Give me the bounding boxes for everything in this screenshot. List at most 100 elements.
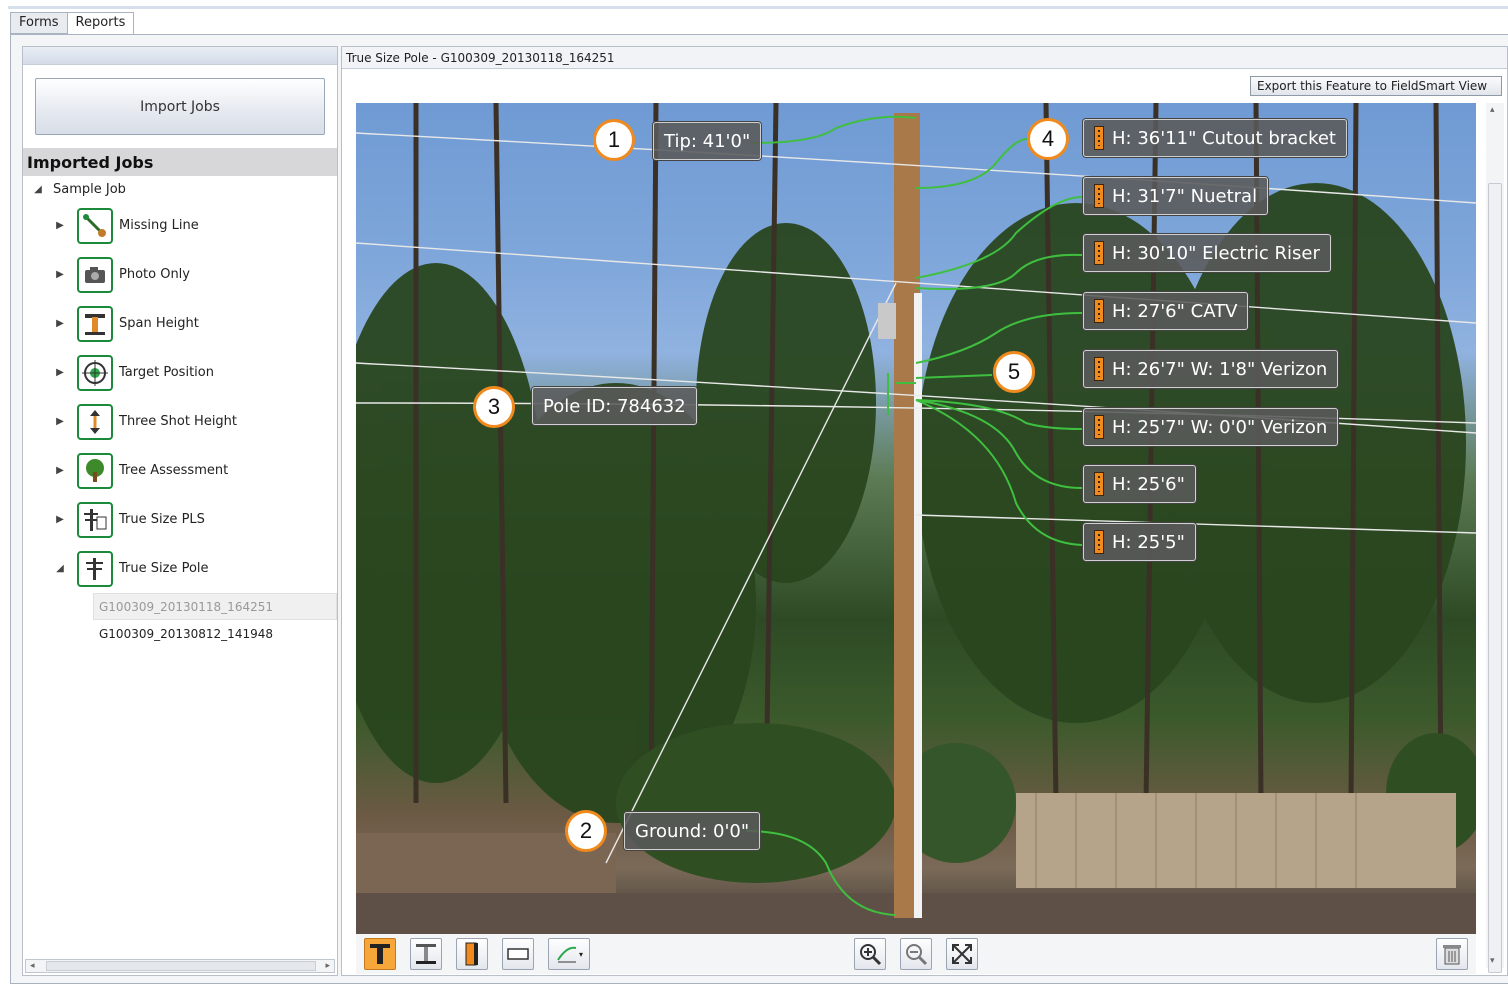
scroll-up-icon[interactable]: ▴ [1490,105,1495,115]
fit-to-window-button[interactable] [946,938,978,970]
export-button[interactable]: Export this Feature to FieldSmart View [1250,76,1502,96]
ground-label[interactable]: Ground: 0'0" [624,812,761,850]
collapsed-caret-icon[interactable]: ▶ [53,514,67,525]
tree-item-target-position[interactable]: ▶ Target Position [23,348,337,397]
tree-item-label: Tree Assessment [119,463,229,478]
ruler-icon [1094,530,1104,554]
ruler-icon [1094,472,1104,496]
tree-item-true-size-pole[interactable]: ◢ True Size Pole [23,544,337,593]
scroll-thumb[interactable] [1488,183,1502,973]
camera-icon [77,256,113,293]
height-tool-button[interactable] [364,938,396,970]
measure-toolbar: ▾ [356,934,1476,974]
callout-5: 5 [993,351,1035,393]
zoom-out-icon [906,944,928,966]
vertical-scrollbar[interactable]: ▴ ▾ [1486,103,1504,973]
line-tool-icon [557,946,577,963]
tree-item-tree-assessment[interactable]: ▶ Tree Assessment [23,446,337,495]
span-height-icon [77,305,113,342]
pole-photo[interactable]: 1 Tip: 41'0" 2 Ground: 0'0" 3 Pole ID: 7… [356,103,1476,934]
collapsed-caret-icon[interactable]: ▶ [53,269,67,280]
ruler-icon [1094,299,1104,323]
span-tool-icon [416,944,436,964]
collapsed-caret-icon[interactable]: ▶ [53,220,67,231]
trash-icon [1443,945,1461,965]
scroll-left-icon[interactable]: ◂ [30,961,35,971]
collapsed-caret-icon[interactable]: ▶ [53,318,67,329]
height-tool-icon [370,944,390,964]
rectangle-icon [507,948,529,960]
span-tool-button[interactable] [410,938,442,970]
collapsed-caret-icon[interactable]: ▶ [53,416,67,427]
window-top-border [8,6,1508,9]
tree-item-label: Missing Line [119,218,199,233]
import-jobs-button[interactable]: Import Jobs [35,78,325,135]
tree-item-missing-line[interactable]: ▶ Missing Line [23,201,337,250]
zoom-in-icon [860,944,882,966]
label-text: H: 31'7" Nuetral [1112,185,1258,207]
tab-strip: Forms Reports [10,12,135,35]
jobs-panel: Import Jobs Imported Jobs ◢ Sample Job ▶… [22,46,338,976]
target-icon [77,354,113,391]
zoom-in-button[interactable] [854,938,886,970]
scroll-thumb[interactable] [46,961,316,971]
tree-root-label: Sample Job [53,181,126,197]
line-tool-dropdown[interactable]: ▾ [548,938,590,970]
photo-scene [356,103,1476,934]
chevron-down-icon: ▾ [578,949,583,959]
tree-item-span-height[interactable]: ▶ Span Height [23,299,337,348]
ruler-icon [465,942,478,966]
height-label-electric-riser[interactable]: H: 30'10" Electric Riser [1083,234,1331,272]
height-label-catv[interactable]: H: 27'6" CATV [1083,292,1249,330]
callout-3: 4 [1027,118,1069,160]
zoom-out-button[interactable] [900,938,932,970]
callout-1: 1 [593,119,635,161]
tree-item-label: Photo Only [119,267,190,282]
expanded-caret-icon[interactable]: ◢ [53,563,67,574]
tree-root-sample-job[interactable]: ◢ Sample Job [23,177,337,201]
horizontal-scrollbar[interactable]: ◂ ▸ [25,959,335,973]
label-text: H: 36'11" Cutout bracket [1112,127,1336,149]
height-label-neutral[interactable]: H: 31'7" Nuetral [1083,177,1269,215]
tree-item-label: True Size PLS [119,512,205,527]
three-shot-height-icon [77,403,113,440]
height-label-verizon-1[interactable]: H: 26'7" W: 1'8" Verizon [1083,350,1339,388]
height-label-25-5[interactable]: H: 25'5" [1083,523,1196,561]
height-label-cutout-bracket[interactable]: H: 36'11" Cutout bracket [1083,119,1347,157]
height-label-25-6[interactable]: H: 25'6" [1083,465,1196,503]
tree-icon [77,452,113,489]
rectangle-tool-button[interactable] [502,938,534,970]
ruler-icon [1094,415,1104,439]
scroll-right-icon[interactable]: ▸ [325,961,330,971]
ruler-icon [1094,357,1104,381]
tab-forms[interactable]: Forms [10,12,68,34]
delete-button[interactable] [1436,938,1468,970]
collapsed-caret-icon[interactable]: ▶ [53,465,67,476]
tip-label[interactable]: Tip: 41'0" [653,122,762,160]
label-text: H: 25'7" W: 0'0" Verizon [1112,416,1328,438]
tree-item-photo-only[interactable]: ▶ Photo Only [23,250,337,299]
pls-icon [77,501,113,538]
label-text: H: 27'6" CATV [1112,300,1238,322]
height-label-verizon-2[interactable]: H: 25'7" W: 0'0" Verizon [1083,408,1339,446]
label-text: H: 25'6" [1112,473,1185,495]
job-record-selected[interactable]: G100309_20130118_164251 [93,593,337,620]
ruler-tool-button[interactable] [456,938,488,970]
ruler-icon [1094,126,1104,150]
job-record[interactable]: G100309_20130812_141948 [23,620,337,647]
pole-icon [77,550,113,587]
fit-to-window-icon [952,944,972,964]
label-text: H: 25'5" [1112,531,1185,553]
tab-reports[interactable]: Reports [66,12,135,35]
tree-item-label: Target Position [119,365,214,380]
tree-item-three-shot-height[interactable]: ▶ Three Shot Height [23,397,337,446]
scroll-down-icon[interactable]: ▾ [1490,956,1495,966]
tree-item-label: Three Shot Height [119,414,238,429]
expanded-caret-icon[interactable]: ◢ [31,184,45,195]
tree-item-true-size-pls[interactable]: ▶ True Size PLS [23,495,337,544]
jobs-panel-header [23,47,337,65]
tree-item-label: True Size Pole [119,561,209,576]
pole-id-label[interactable]: Pole ID: 784632 [532,387,697,425]
ruler-icon [1094,184,1104,208]
collapsed-caret-icon[interactable]: ▶ [53,367,67,378]
